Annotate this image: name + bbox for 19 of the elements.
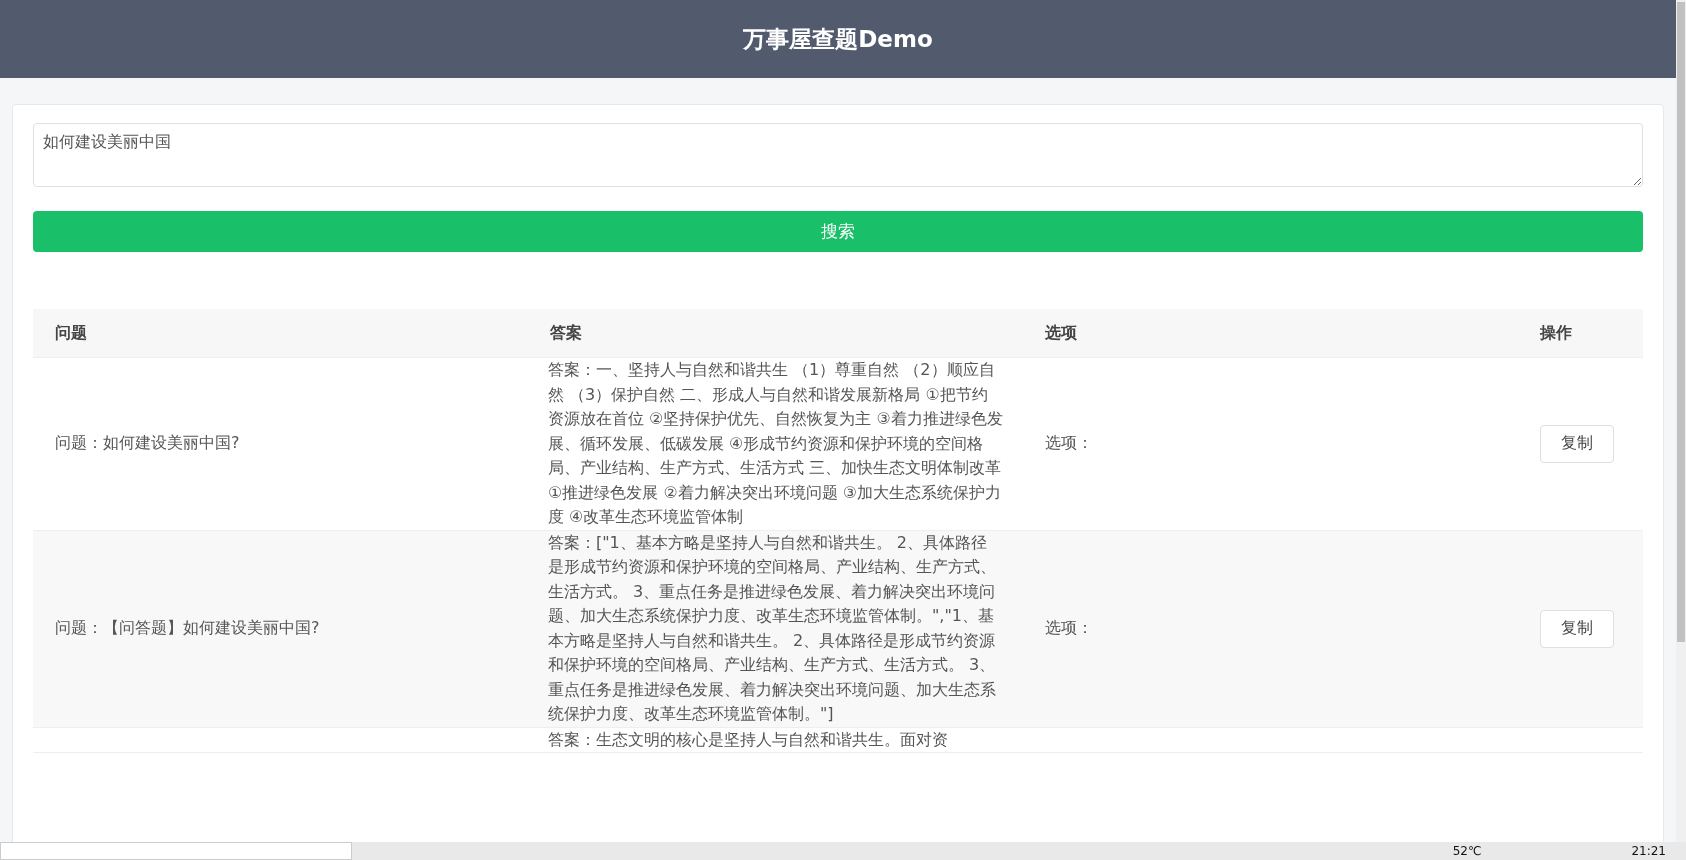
question-text: 问题：【问答题】如何建设美丽中国? [55, 618, 320, 637]
answer-text: 答案：["1、基本方略是坚持人与自然和谐共生。 2、具体路径是形成节约资源和保护环境的空间格局、产业结构、生产方式、生活方式。 3、重点任务是推进绿色发展、着力解决突出环境问题、加大生态系统保护力度、改革生态环境监管体制。","1、基本方略是坚持人与自然和谐共生。 2、具体路径是形成节约资源和保护环境的空间格局、产业结构、生产方式、生活方式。 3、重点任务是推进绿色发展、着力解决突出环境问题、加大生态系统保护力度、改革生态环境监管体制。"] [547, 531, 997, 725]
question-text: 问题：如何建设美丽中国? [55, 433, 240, 453]
scrollbar[interactable] [1676, 0, 1686, 842]
clock-text: 21:21 [1631, 844, 1666, 858]
page-title: 万事屋查题Demo [743, 24, 933, 54]
search-field[interactable]: 如何建设美丽中国 [33, 123, 1643, 187]
answer-text: 答案：一、坚持人与自然和谐共生 （1）尊重自然 （2）顺应自然 （3）保护自然 二、形成人与自然和谐发展新格局 ①把节约资源放在首位 ②坚持保护优先、自然恢复为主 ③着力推进绿色发展、循环发展、低碳发展 ④形成节约资源和保护环境的空间格局、产业结构、生产方式、生活方式 三、加快生态文明体制改革 ①推进绿色发展 ②着力解决突出环境问题 ③加大生态系统保护力度 ④改革生态环境监管体制 [547, 359, 1004, 528]
options-text: 选项： [1045, 433, 1093, 453]
column-header: 操作 [1538, 322, 1573, 344]
temperature-text: 52℃ [1452, 844, 1482, 858]
column-header: 问题 [54, 322, 88, 344]
options-text: 选项： [1045, 618, 1093, 637]
copy-button[interactable]: 复制 [1540, 424, 1614, 463]
answer-text: 答案：生态文明的核心是坚持人与自然和谐共生。面对资 [547, 728, 949, 751]
copy-button[interactable]: 复制 [1540, 609, 1614, 648]
taskbar-search-field[interactable] [0, 842, 352, 860]
column-header: 选项 [1044, 322, 1078, 344]
column-header: 答案 [549, 322, 583, 344]
